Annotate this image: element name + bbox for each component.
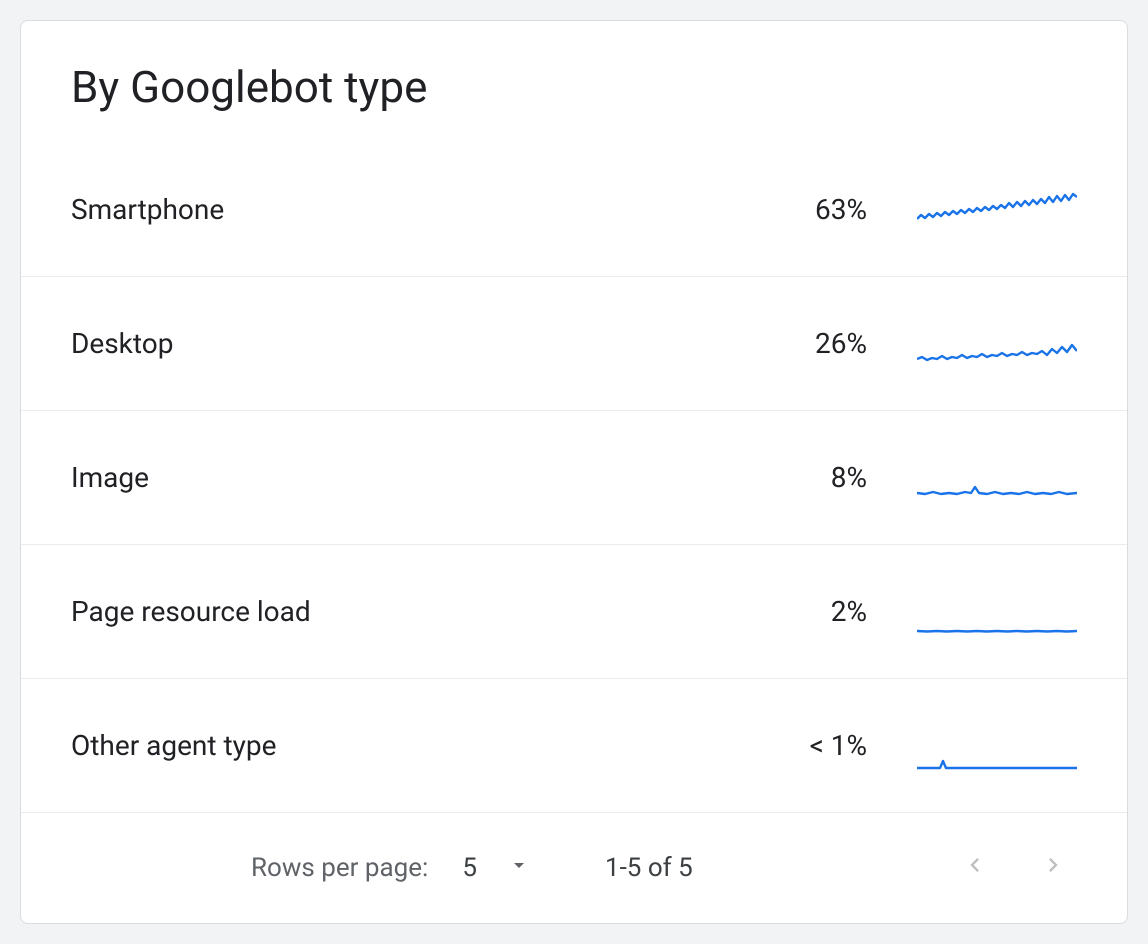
rows-per-page-label: Rows per page: [251,853,428,883]
row-label: Smartphone [71,193,727,226]
table-row[interactable]: Desktop 26% [21,277,1127,411]
row-label: Other agent type [71,729,727,762]
rows-list: Smartphone 63% Desktop 26% Image 8% [21,143,1127,813]
rows-per-page-value: 5 [462,853,477,883]
chevron-left-icon [961,851,989,886]
pagination-bar: Rows per page: 5 1-5 of 5 [21,813,1127,923]
sparkline [917,721,1077,771]
card-title: By Googlebot type [71,61,1077,113]
next-page-button[interactable] [1029,844,1077,892]
row-value: < 1% [727,729,867,762]
row-label: Page resource load [71,595,727,628]
page-range: 1-5 of 5 [605,853,693,883]
sparkline [917,185,1077,235]
row-label: Desktop [71,327,727,360]
sparkline [917,587,1077,637]
sparkline [917,453,1077,503]
row-value: 8% [727,461,867,494]
chevron-right-icon [1039,851,1067,886]
row-value: 63% [727,193,867,226]
rows-per-page-select[interactable]: 5 [458,845,535,892]
row-label: Image [71,461,727,494]
table-row[interactable]: Other agent type < 1% [21,679,1127,813]
dropdown-icon [507,853,531,884]
prev-page-button[interactable] [951,844,999,892]
card-header: By Googlebot type [21,21,1127,143]
row-value: 2% [727,595,867,628]
table-row[interactable]: Smartphone 63% [21,143,1127,277]
table-row[interactable]: Image 8% [21,411,1127,545]
sparkline [917,319,1077,369]
row-value: 26% [727,327,867,360]
table-row[interactable]: Page resource load 2% [21,545,1127,679]
googlebot-type-card: By Googlebot type Smartphone 63% Desktop… [20,20,1128,924]
